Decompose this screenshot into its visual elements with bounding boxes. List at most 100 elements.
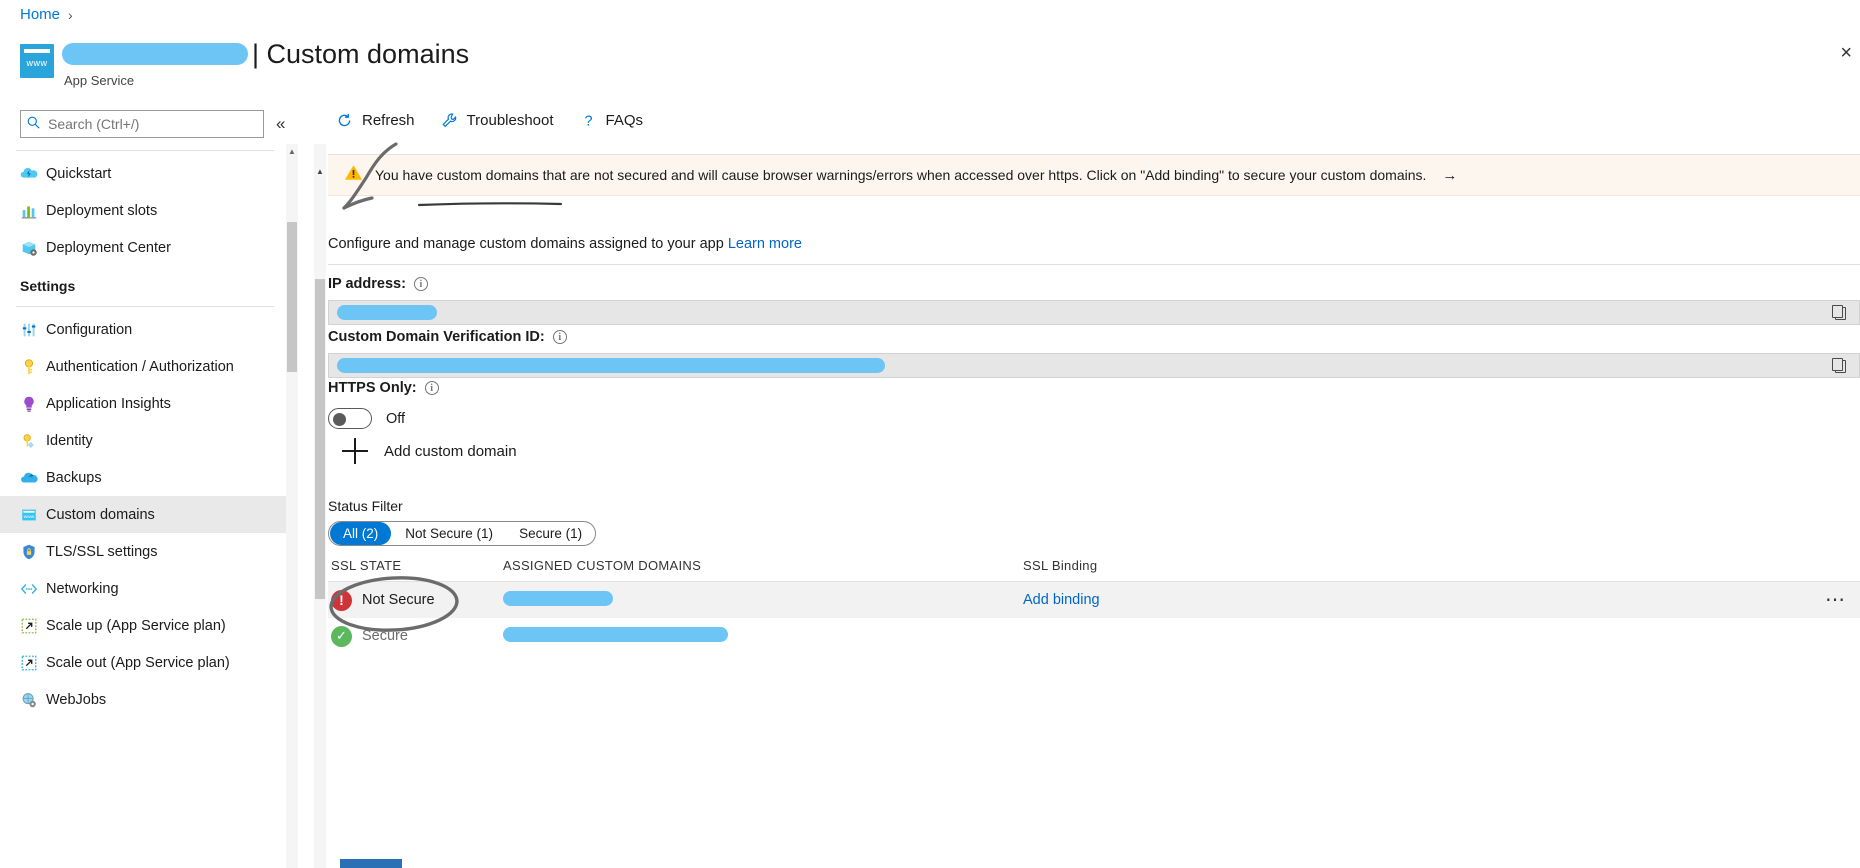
verification-id-value-redacted bbox=[337, 358, 885, 373]
error-circle-icon: ! bbox=[331, 589, 352, 611]
page-title-text: | Custom domains bbox=[252, 39, 470, 69]
webjobs-gear-icon bbox=[20, 691, 46, 709]
sidebar-item-deployment-slots[interactable]: Deployment slots bbox=[0, 192, 290, 229]
sidebar-item-label: Scale out (App Service plan) bbox=[46, 654, 230, 671]
row-ssl-state-text: Secure bbox=[362, 628, 408, 644]
warning-triangle-icon bbox=[344, 163, 363, 187]
troubleshoot-label: Troubleshoot bbox=[466, 112, 554, 129]
sidebar-item-label: Scale up (App Service plan) bbox=[46, 617, 226, 634]
shield-lock-icon bbox=[20, 543, 46, 561]
sidebar-item-quickstart[interactable]: Quickstart bbox=[0, 155, 290, 192]
sidebar-item-authentication[interactable]: Authentication / Authorization bbox=[0, 348, 290, 385]
faqs-button[interactable]: ? FAQs bbox=[580, 112, 644, 129]
search-box[interactable] bbox=[20, 110, 264, 138]
wrench-icon bbox=[441, 112, 458, 129]
key-icon bbox=[20, 358, 46, 376]
quickstart-cloud-icon bbox=[20, 165, 46, 183]
app-service-www-icon: www bbox=[20, 44, 54, 78]
https-only-label-row: HTTPS Only: i bbox=[328, 380, 439, 396]
row-domain-redacted bbox=[503, 590, 613, 606]
info-icon[interactable]: i bbox=[413, 277, 428, 291]
scale-up-icon bbox=[20, 617, 46, 635]
verification-id-field[interactable] bbox=[328, 353, 1860, 378]
sidebar-item-label: Networking bbox=[46, 580, 119, 597]
ip-address-value-redacted bbox=[337, 305, 437, 320]
identity-key-icon bbox=[20, 432, 46, 450]
resource-name-redacted bbox=[62, 43, 248, 65]
sidebar-item-webjobs[interactable]: WebJobs bbox=[0, 681, 290, 718]
verification-id-label: Custom Domain Verification ID: bbox=[328, 329, 545, 345]
info-icon[interactable]: i bbox=[552, 330, 567, 344]
sidebar-item-configuration[interactable]: Configuration bbox=[0, 311, 290, 348]
svg-text:?: ? bbox=[584, 114, 592, 129]
breadcrumb-home[interactable]: Home bbox=[20, 6, 60, 23]
sidebar-item-label: Deployment slots bbox=[46, 202, 158, 219]
status-filter-label: Status Filter bbox=[328, 498, 403, 514]
lightbulb-icon bbox=[20, 395, 46, 413]
sidebar-item-networking[interactable]: Networking bbox=[0, 570, 290, 607]
main-scroll-up-arrow[interactable]: ▲ bbox=[315, 166, 325, 178]
faqs-label: FAQs bbox=[605, 112, 644, 129]
info-icon[interactable]: i bbox=[424, 381, 439, 395]
sidebar-item-deployment-center[interactable]: Deployment Center bbox=[0, 229, 290, 266]
configuration-sliders-icon bbox=[20, 321, 46, 339]
sidebar-item-label: Application Insights bbox=[46, 395, 171, 412]
refresh-label: Refresh bbox=[362, 112, 415, 129]
column-header-ssl-state[interactable]: SSL STATE bbox=[328, 558, 503, 573]
table-row[interactable]: ✓ Secure bbox=[328, 618, 1860, 654]
sidebar-item-backups[interactable]: Backups bbox=[0, 459, 290, 496]
ip-address-field[interactable] bbox=[328, 300, 1860, 325]
row-binding-cell: Add binding bbox=[1023, 592, 1273, 608]
ellipsis-icon[interactable]: ⋯ bbox=[1825, 590, 1846, 610]
sidebar-section-settings: Settings bbox=[20, 278, 76, 294]
sidebar-item-label: WebJobs bbox=[46, 691, 107, 708]
banner-arrow-icon[interactable]: → bbox=[1442, 167, 1457, 184]
add-custom-domain-button[interactable]: Add custom domain bbox=[342, 438, 517, 464]
row-ssl-state-cell: ! Not Secure bbox=[328, 589, 503, 611]
panel-description-text: Configure and manage custom domains assi… bbox=[328, 236, 724, 252]
custom-domains-panel: Configure and manage custom domains assi… bbox=[328, 208, 1860, 868]
backups-cloud-icon bbox=[20, 469, 46, 487]
learn-more-link[interactable]: Learn more bbox=[728, 236, 802, 252]
main-scrollbar-thumb[interactable] bbox=[315, 279, 325, 599]
table-row[interactable]: ! Not Secure Add binding ⋯ bbox=[328, 582, 1860, 618]
sidebar-item-scale-out[interactable]: Scale out (App Service plan) bbox=[0, 644, 290, 681]
sidebar-item-tls-ssl-settings[interactable]: TLS/SSL settings bbox=[0, 533, 290, 570]
row-domain-cell bbox=[503, 590, 1023, 610]
row-domain-cell bbox=[503, 626, 1023, 646]
sidebar-item-label: Custom domains bbox=[46, 506, 155, 523]
filter-pill-not-secure[interactable]: Not Secure (1) bbox=[392, 522, 506, 545]
sidebar-item-identity[interactable]: Identity bbox=[0, 422, 290, 459]
plus-icon bbox=[342, 438, 368, 464]
security-warning-banner: You have custom domains that are not sec… bbox=[328, 154, 1860, 196]
close-icon[interactable]: × bbox=[1840, 42, 1852, 65]
filter-pill-all[interactable]: All (2) bbox=[330, 522, 392, 545]
custom-domains-table: SSL STATE ASSIGNED CUSTOM DOMAINS SSL Bi… bbox=[328, 558, 1860, 654]
refresh-button[interactable]: Refresh bbox=[336, 112, 415, 129]
sidebar-scroll-up-arrow[interactable]: ▲ bbox=[287, 146, 297, 158]
status-filter-group: All (2) Not Secure (1) Secure (1) bbox=[328, 521, 597, 546]
https-only-toggle[interactable] bbox=[328, 408, 372, 429]
copy-icon[interactable] bbox=[1832, 305, 1847, 321]
copy-icon[interactable] bbox=[1832, 358, 1847, 374]
search-icon bbox=[27, 116, 40, 132]
sidebar-item-application-insights[interactable]: Application Insights bbox=[0, 385, 290, 422]
filter-pill-secure[interactable]: Secure (1) bbox=[506, 522, 595, 545]
sidebar-scrollbar-thumb[interactable] bbox=[287, 222, 297, 372]
troubleshoot-button[interactable]: Troubleshoot bbox=[441, 112, 554, 129]
row-ssl-state-cell: ✓ Secure bbox=[328, 625, 503, 647]
sidebar-item-label: Configuration bbox=[46, 321, 133, 338]
search-input[interactable] bbox=[46, 115, 257, 133]
sidebar-item-scale-up[interactable]: Scale up (App Service plan) bbox=[0, 607, 290, 644]
sidebar-item-custom-domains[interactable]: www Custom domains bbox=[0, 496, 290, 533]
question-mark-icon: ? bbox=[580, 112, 597, 129]
ip-address-label-row: IP address: i bbox=[328, 276, 428, 292]
add-binding-link[interactable]: Add binding bbox=[1023, 592, 1100, 608]
divider bbox=[16, 150, 274, 151]
sidebar-item-label: TLS/SSL settings bbox=[46, 543, 158, 560]
sidebar: « Quickstart Deployment slots bbox=[0, 104, 298, 868]
https-only-state: Off bbox=[386, 410, 406, 427]
column-header-ssl-binding[interactable]: SSL Binding bbox=[1023, 558, 1273, 573]
column-header-assigned-domains[interactable]: ASSIGNED CUSTOM DOMAINS bbox=[503, 558, 1023, 573]
collapse-sidebar-icon[interactable]: « bbox=[276, 114, 285, 134]
